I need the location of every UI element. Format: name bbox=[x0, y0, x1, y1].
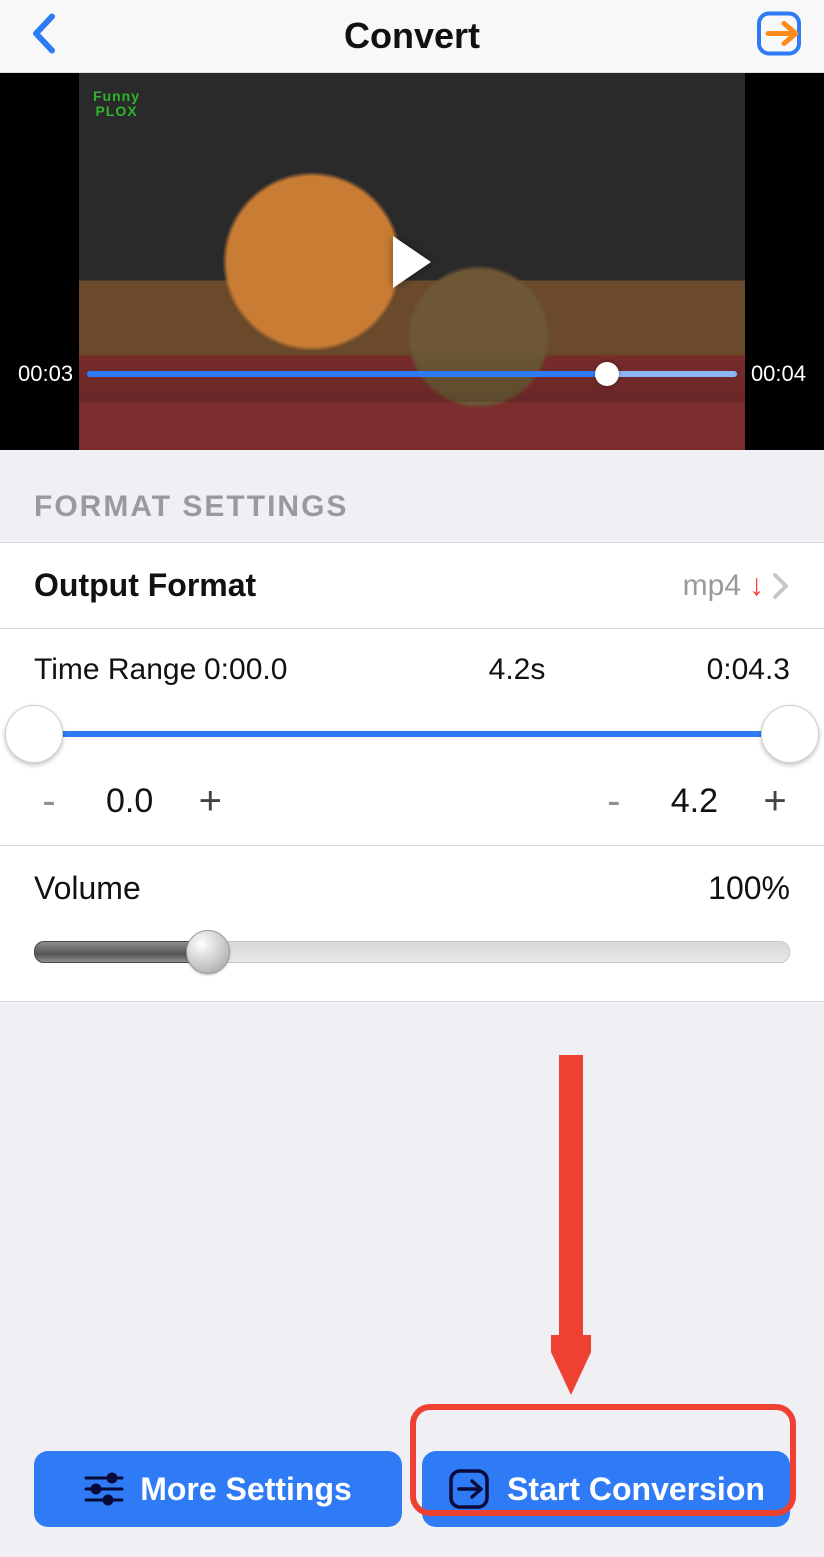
volume-knob[interactable] bbox=[186, 930, 230, 974]
output-format-value: mp4 bbox=[683, 569, 741, 603]
volume-label: Volume bbox=[34, 870, 141, 907]
annotation-arrow bbox=[551, 1055, 591, 1395]
range-handle-end[interactable] bbox=[761, 705, 819, 763]
video-preview[interactable]: Funny PLOX 00:03 00:04 bbox=[0, 73, 824, 450]
volume-slider[interactable] bbox=[34, 927, 790, 977]
export-button[interactable] bbox=[754, 9, 804, 64]
volume-value: 100% bbox=[708, 870, 790, 907]
volume-fill bbox=[34, 941, 210, 963]
volume-row: Volume 100% bbox=[0, 846, 824, 1001]
scrub-handle[interactable] bbox=[595, 362, 619, 386]
scrub-remaining bbox=[607, 371, 737, 377]
time-range-duration: 4.2s bbox=[364, 653, 670, 687]
video-scrub-bar: 00:03 00:04 bbox=[0, 346, 824, 402]
video-watermark: Funny PLOX bbox=[93, 89, 140, 118]
convert-icon bbox=[447, 1467, 491, 1511]
back-button[interactable] bbox=[30, 13, 58, 60]
settings-panel: Output Format mp4 ↓ Time Range 0:00.0 4.… bbox=[0, 542, 824, 1002]
time-range-steppers: - 0.0 + - 4.2 + bbox=[34, 781, 790, 821]
start-stepper: - 0.0 + bbox=[34, 781, 225, 821]
nav-bar: Convert bbox=[0, 0, 824, 73]
play-icon[interactable] bbox=[393, 236, 431, 288]
end-decrease-button[interactable]: - bbox=[599, 781, 629, 821]
output-format-value-group: mp4 ↓ bbox=[683, 569, 790, 603]
output-format-label: Output Format bbox=[34, 567, 256, 604]
time-range-label: Time Range bbox=[34, 653, 204, 687]
time-range-row: Time Range 0:00.0 4.2s 0:04.3 - 0.0 + - … bbox=[0, 629, 824, 846]
time-range-start: 0:00.0 bbox=[204, 653, 364, 687]
range-track bbox=[34, 731, 790, 737]
end-stepper: - 4.2 + bbox=[599, 781, 790, 821]
page-title: Convert bbox=[344, 15, 480, 57]
sliders-icon bbox=[84, 1472, 124, 1506]
section-header: FORMAT SETTINGS bbox=[0, 450, 824, 542]
time-range-slider[interactable] bbox=[34, 709, 790, 759]
time-range-end: 0:04.3 bbox=[670, 653, 790, 687]
time-current: 00:03 bbox=[18, 361, 73, 387]
time-range-header: Time Range 0:00.0 4.2s 0:04.3 bbox=[34, 653, 790, 687]
more-settings-button[interactable]: More Settings bbox=[34, 1451, 402, 1527]
start-value: 0.0 bbox=[106, 782, 153, 821]
time-total: 00:04 bbox=[751, 361, 806, 387]
start-decrease-button[interactable]: - bbox=[34, 781, 64, 821]
output-format-row[interactable]: Output Format mp4 ↓ bbox=[0, 543, 824, 629]
start-conversion-label: Start Conversion bbox=[507, 1471, 765, 1508]
end-increase-button[interactable]: + bbox=[760, 781, 790, 821]
chevron-right-icon bbox=[772, 572, 790, 600]
start-conversion-button[interactable]: Start Conversion bbox=[422, 1451, 790, 1527]
end-value: 4.2 bbox=[671, 782, 718, 821]
more-settings-label: More Settings bbox=[140, 1471, 352, 1508]
bottom-button-bar: More Settings Start Conversion bbox=[0, 1451, 824, 1527]
range-handle-start[interactable] bbox=[5, 705, 63, 763]
scrub-track[interactable] bbox=[87, 371, 737, 377]
chevron-left-icon bbox=[30, 13, 58, 55]
download-arrow-icon: ↓ bbox=[749, 569, 764, 603]
export-icon bbox=[754, 9, 804, 59]
start-increase-button[interactable]: + bbox=[195, 781, 225, 821]
